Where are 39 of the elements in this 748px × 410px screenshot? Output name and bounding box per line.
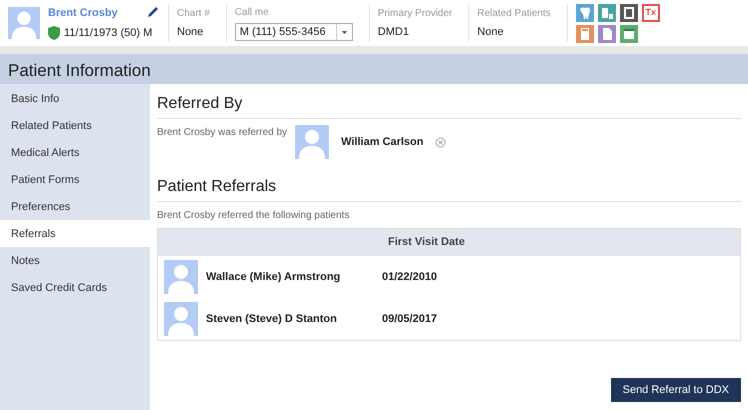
calculator-icon[interactable] xyxy=(576,24,594,42)
patient-name: Wallace (Mike) Armstrong xyxy=(206,270,342,285)
birth-date: 11/11/1973 (50) M xyxy=(64,26,152,41)
treatment-button[interactable]: Tx xyxy=(642,4,660,22)
sidebar-item[interactable]: Basic Info xyxy=(0,85,150,112)
column-header: First Visit Date xyxy=(388,235,465,250)
field-label: Related Patients xyxy=(477,6,551,21)
sidebar-item[interactable]: Medical Alerts xyxy=(0,139,150,166)
send-referral-button[interactable]: Send Referral to DDX xyxy=(610,378,741,402)
tooth-icon[interactable] xyxy=(576,4,594,22)
patient-name[interactable]: Brent Crosby xyxy=(48,4,118,21)
first-visit-date: 09/05/2017 xyxy=(382,312,438,327)
patient-name: Steven (Steve) D Stanton xyxy=(206,312,338,327)
sidebar-item[interactable]: Patient Forms xyxy=(0,166,150,193)
field-label: Primary Provider xyxy=(378,6,452,21)
remove-icon[interactable] xyxy=(435,136,446,148)
sidebar-item[interactable]: Referrals xyxy=(0,220,150,247)
film-icon[interactable] xyxy=(620,4,638,22)
referred-by-text: Brent Crosby was referred by xyxy=(157,126,288,140)
document-icon[interactable] xyxy=(598,24,616,42)
edit-pencil-icon[interactable] xyxy=(146,4,160,18)
shield-icon xyxy=(48,26,60,40)
calendar-icon[interactable] xyxy=(620,24,638,42)
sidebar-item[interactable]: Notes xyxy=(0,247,150,274)
page-title: Patient Information xyxy=(0,54,748,84)
field-value: None xyxy=(177,24,204,40)
field-label: Chart # xyxy=(177,6,210,21)
field-label: Call me xyxy=(234,6,270,20)
sidebar-item[interactable]: Preferences xyxy=(0,193,150,220)
field-value: None xyxy=(477,24,505,40)
section-heading: Referred By xyxy=(157,92,741,119)
call-me-select[interactable]: M (111) 555-3456 xyxy=(234,23,353,41)
sidebar-item[interactable]: Related Patients xyxy=(0,112,150,139)
field-value: DMD1 xyxy=(378,24,410,40)
referrals-text: Brent Crosby referred the following patients xyxy=(157,209,350,223)
first-visit-date: 01/22/2010 xyxy=(382,270,438,285)
referrer-name: William Carlson xyxy=(341,134,424,150)
section-heading: Patient Referrals xyxy=(157,175,741,202)
sidebar-item[interactable]: Saved Credit Cards xyxy=(0,274,150,301)
